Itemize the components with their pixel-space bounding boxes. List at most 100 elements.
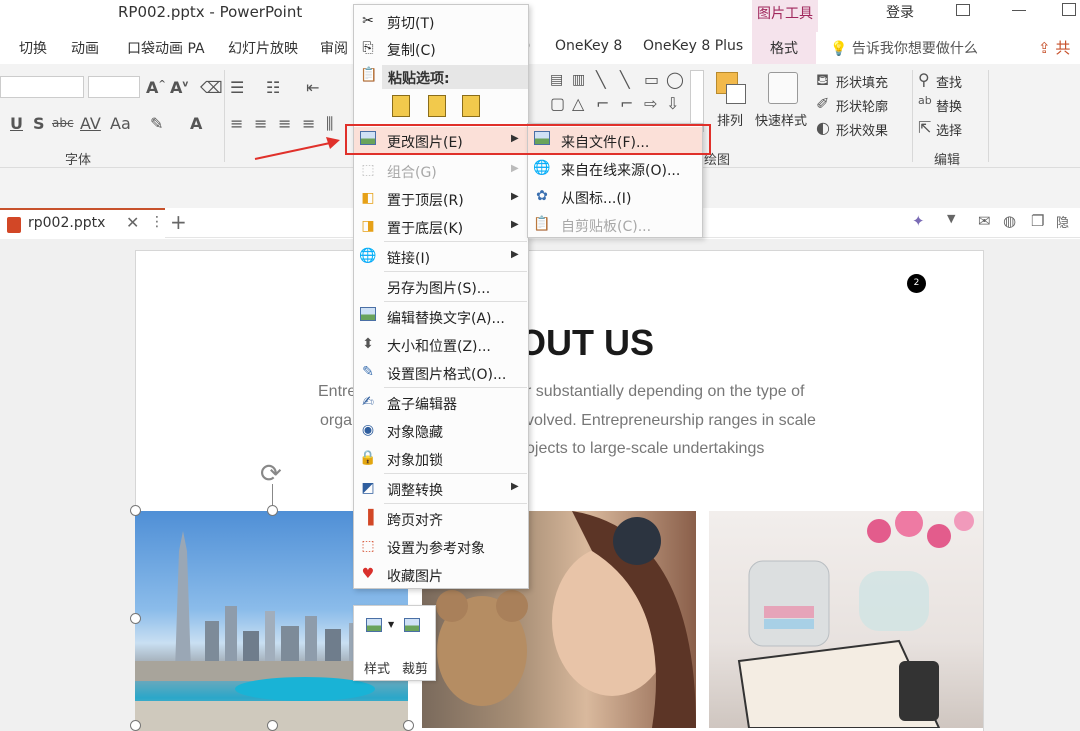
minimize-icon[interactable] — [1012, 10, 1026, 11]
menu-item-group[interactable]: ⬚ 组合(G) ▶ — [354, 157, 528, 184]
new-tab-icon[interactable]: + — [170, 210, 187, 234]
text-box-icon[interactable]: ▤ — [550, 72, 563, 88]
maximize-icon[interactable] — [1062, 3, 1076, 16]
submenu-item-online-source[interactable]: 🌐 来自在线来源(O)... — [528, 155, 702, 182]
find-button[interactable]: ⚲ 查找 — [918, 70, 978, 92]
document-tab[interactable]: rp002.pptx ✕ ⋮ — [0, 208, 165, 238]
bullets-icon[interactable]: ☰ — [230, 78, 244, 97]
line-shape-icon[interactable]: ╲ — [596, 70, 606, 89]
arrow-line-shape-icon[interactable]: ╲ — [620, 70, 630, 89]
menu-item-favorite-picture[interactable]: ♥ 收藏图片 — [354, 561, 528, 588]
char-spacing-button[interactable]: AV — [80, 114, 101, 133]
login-button[interactable]: 登录 — [886, 2, 914, 22]
connector-shape-icon[interactable]: ⌐ — [596, 94, 609, 113]
resize-handle-bottom[interactable] — [267, 720, 278, 731]
vertical-text-box-icon[interactable]: ▥ — [572, 72, 585, 88]
arrange-button[interactable]: 排列 — [714, 72, 750, 142]
menu-item-format-picture[interactable]: ✎ 设置图片格式(O)... — [354, 359, 528, 386]
numbering-icon[interactable]: ☷ — [266, 78, 280, 97]
menu-item-box-editor[interactable]: ✍ 盒子编辑器 — [354, 389, 528, 416]
resize-handle-top-left[interactable] — [130, 505, 141, 516]
tab-format[interactable]: 格式 — [752, 32, 816, 64]
shadow-button[interactable]: S — [33, 114, 45, 133]
menu-item-cut[interactable]: ✂ 剪切(T) — [354, 8, 528, 35]
close-tab-icon[interactable]: ✕ — [126, 213, 139, 232]
plugin-icon[interactable]: ✦ — [912, 212, 925, 230]
tab-animations[interactable]: 动画 — [71, 38, 99, 58]
style-button[interactable]: ▼ 样式 — [360, 612, 396, 677]
justify-icon[interactable]: ≡ — [302, 114, 315, 133]
columns-icon[interactable]: ⫼ — [326, 114, 333, 134]
slide-heading[interactable]: OUT US — [518, 322, 654, 364]
menu-item-size-position[interactable]: ⬍ 大小和位置(Z)... — [354, 331, 528, 358]
menu-item-bring-to-front[interactable]: ◧ 置于顶层(R) ▶ — [354, 185, 528, 212]
select-button[interactable]: ⇱ 选择 — [918, 118, 982, 140]
strikethrough-button[interactable]: abc — [52, 116, 74, 130]
submenu-item-from-clipboard[interactable]: 📋 自剪贴板(C)... — [528, 211, 702, 238]
rounded-rect-shape-icon[interactable]: ▢ — [550, 94, 565, 113]
paste-option-text-only[interactable] — [460, 93, 484, 121]
highlight-icon[interactable]: ✎ — [150, 114, 163, 133]
submenu-item-from-icons[interactable]: ✿ 从图标...(I) — [528, 183, 702, 210]
tab-pocket-animation[interactable]: 口袋动画 PA — [127, 38, 205, 58]
shape-fill-button[interactable]: ⛾ 形状填充 — [816, 70, 912, 92]
clear-format-icon[interactable]: ⌫ — [200, 78, 223, 97]
menu-item-convert[interactable]: ◩ 调整转换 ▶ — [354, 475, 528, 502]
triangle-shape-icon[interactable]: △ — [572, 94, 584, 113]
tab-more-icon[interactable]: ⋮ — [150, 214, 164, 230]
align-center-icon[interactable]: ≡ — [254, 114, 267, 133]
right-arrow-shape-icon[interactable]: ⇨ — [644, 94, 657, 113]
mail-icon[interactable]: ✉ — [978, 212, 991, 230]
tell-me-search[interactable]: 💡 告诉我你想要做什么 — [830, 38, 978, 58]
menu-item-send-to-back[interactable]: ◨ 置于底层(K) ▶ — [354, 213, 528, 240]
flowers-notebook-photo[interactable] — [709, 511, 983, 728]
font-name-dropdown[interactable] — [0, 76, 84, 98]
replace-button[interactable]: ab 替换 — [918, 94, 982, 116]
menu-item-label: 来自在线来源(O)... — [561, 163, 681, 179]
tab-onekey-8[interactable]: OneKey 8 — [555, 38, 622, 54]
align-right-icon[interactable]: ≡ — [278, 114, 291, 133]
dropdown-icon[interactable]: ▼ — [947, 212, 955, 225]
quick-style-button[interactable]: 快速样式 — [754, 72, 814, 142]
down-arrow-shape-icon[interactable]: ⇩ — [666, 94, 679, 113]
hide-icon[interactable]: 隐 — [1056, 212, 1069, 231]
resize-handle-bottom-left[interactable] — [130, 720, 141, 731]
resize-handle-bottom-right[interactable] — [403, 720, 414, 731]
underline-button[interactable]: U — [10, 114, 23, 133]
tab-onekey-8-plus[interactable]: OneKey 8 Plus — [643, 38, 743, 54]
menu-item-link[interactable]: 🌐 链接(I) ▶ — [354, 243, 528, 270]
paste-option-keep-format[interactable] — [390, 93, 414, 121]
document-tab-name: rp002.pptx — [28, 215, 106, 231]
menu-item-hide-object[interactable]: ◉ 对象隐藏 — [354, 417, 528, 444]
rotate-handle-icon[interactable]: ⟳ — [260, 459, 282, 489]
menu-item-save-as-picture[interactable]: 另存为图片(S)... — [354, 273, 528, 300]
align-left-icon[interactable]: ≡ — [230, 114, 243, 133]
paste-option-picture[interactable] — [426, 93, 450, 121]
menu-item-copy[interactable]: ⎘ 复制(C) — [354, 35, 528, 62]
crop-button[interactable]: 裁剪 — [398, 612, 432, 677]
shape-effects-button[interactable]: ◐ 形状效果 — [816, 118, 912, 140]
change-case-button[interactable]: Aa — [110, 114, 131, 133]
oval-shape-icon[interactable]: ◯ — [666, 70, 684, 89]
font-size-dropdown[interactable] — [88, 76, 140, 98]
resize-handle-top[interactable] — [267, 505, 278, 516]
tab-review[interactable]: 审阅 — [320, 38, 348, 58]
ribbon-display-options-icon[interactable] — [956, 4, 970, 16]
resize-handle-left[interactable] — [130, 613, 141, 624]
menu-item-set-reference[interactable]: ⬚ 设置为参考对象 — [354, 533, 528, 560]
grow-font-icon[interactable]: A^ — [146, 78, 166, 97]
tab-transitions[interactable]: 切换 — [19, 38, 47, 58]
menu-item-cross-page-align[interactable]: ▐ 跨页对齐 — [354, 505, 528, 532]
elbow-arrow-shape-icon[interactable]: ⌐ — [620, 94, 633, 113]
decrease-indent-icon[interactable]: ⇤ — [306, 78, 319, 97]
comments-icon[interactable]: ◍ — [1003, 212, 1016, 230]
share-button[interactable]: ⇪ 共 — [1038, 37, 1070, 58]
window-icon[interactable]: ❐ — [1031, 212, 1044, 230]
rectangle-shape-icon[interactable]: ▭ — [644, 70, 659, 89]
tab-slideshow[interactable]: 幻灯片放映 — [228, 38, 298, 58]
shape-outline-button[interactable]: ✐ 形状轮廓 — [816, 94, 912, 116]
menu-item-lock-object[interactable]: 🔒 对象加锁 — [354, 445, 528, 472]
menu-item-edit-alt-text[interactable]: 编辑替换文字(A)... — [354, 303, 528, 330]
font-color-icon[interactable]: A — [190, 114, 202, 133]
shrink-font-icon[interactable]: Av — [170, 78, 188, 97]
